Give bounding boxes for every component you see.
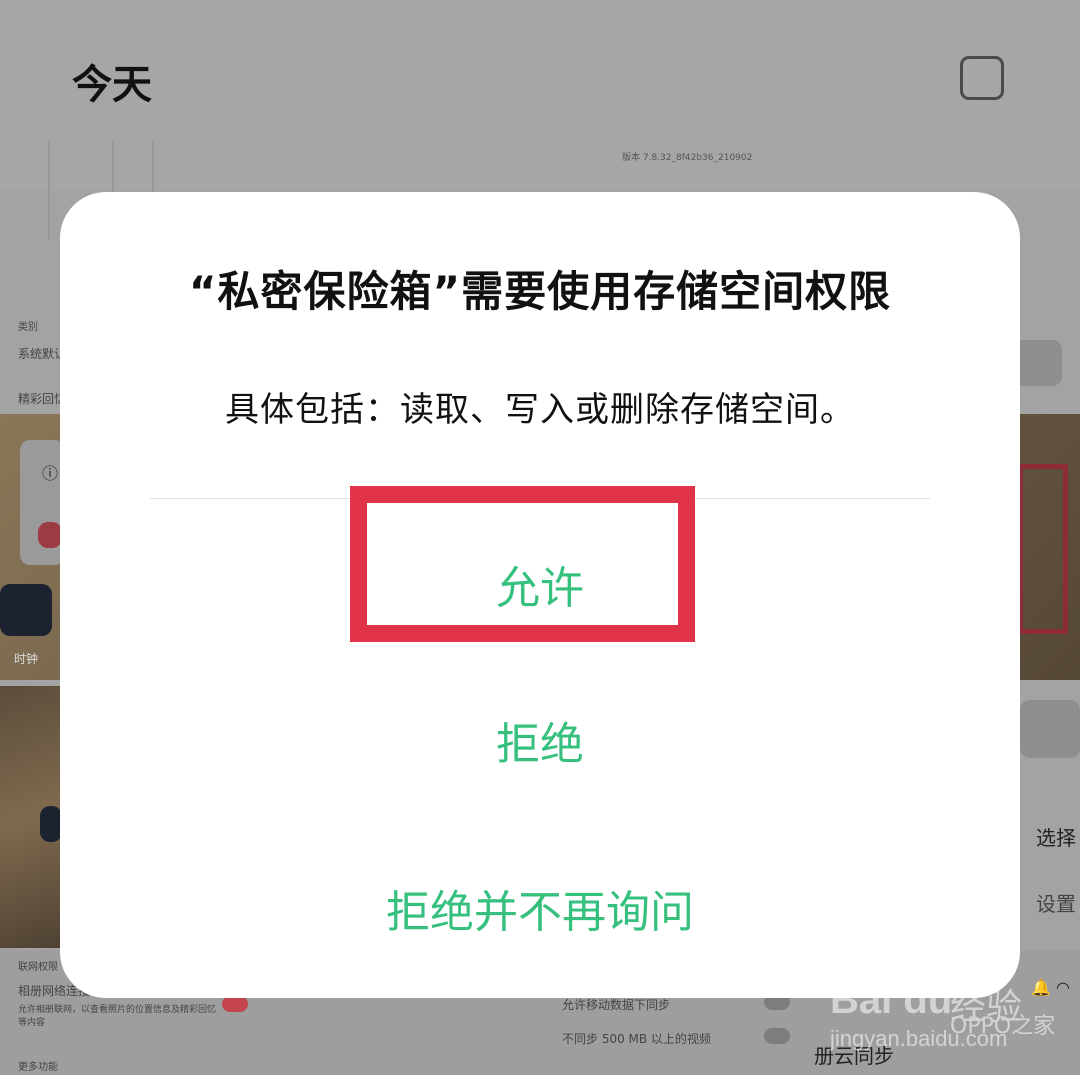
clock-icon	[0, 584, 52, 636]
version-text: 版本 7.8.32_8f42b36_210902	[622, 153, 753, 163]
highlights-label: 精彩回忆	[18, 392, 67, 406]
deny-button[interactable]: 拒绝	[60, 708, 1020, 772]
page-title: 今天	[72, 62, 152, 108]
album-network-desc: 允许相册联网，以查看照片的位置信息及精彩回忆等内容	[18, 1005, 217, 1028]
select-text: 选择	[1036, 826, 1076, 850]
network-permission-label: 联网权限	[18, 962, 58, 973]
select-checkbox[interactable]	[960, 56, 1004, 100]
clock-label: 时钟	[14, 652, 39, 666]
app-icon	[40, 806, 62, 842]
more-features-label: 更多功能	[18, 1062, 58, 1073]
search-icon	[38, 522, 62, 548]
dialog-title: “私密保险箱”需要使用存储空间权限	[188, 267, 892, 316]
category-label: 类别	[18, 322, 38, 333]
watermark-url: jingyan.baidu.com	[830, 1026, 1008, 1051]
info-icon: ⓘ	[42, 464, 59, 483]
no-sync-large-video-toggle[interactable]	[764, 1028, 790, 1044]
no-sync-large-video-label: 不同步 500 MB 以上的视频	[562, 1032, 711, 1046]
allow-highlight-box	[350, 486, 695, 642]
sync-mobile-data-label: 允许移动数据下同步	[562, 998, 671, 1012]
settings-text: 设置	[1036, 892, 1076, 916]
album-network-toggle[interactable]	[222, 996, 248, 1012]
background-highlight	[1018, 464, 1068, 634]
system-default-label: 系统默认	[18, 347, 67, 361]
permission-dialog: “私密保险箱”需要使用存储空间权限 具体包括：读取、写入或删除存储空间。 允许 …	[60, 192, 1020, 998]
background-card-2	[1020, 700, 1080, 758]
baidu-jingyan-watermark: Bai du 经验 OPPO之家 jingyan.baidu.com	[820, 960, 1070, 1070]
baidu-logo: Bai du	[830, 978, 953, 1022]
dialog-description: 具体包括：读取、写入或删除存储空间。	[225, 390, 855, 430]
deny-forever-button[interactable]: 拒绝并不再询问	[60, 876, 1020, 940]
